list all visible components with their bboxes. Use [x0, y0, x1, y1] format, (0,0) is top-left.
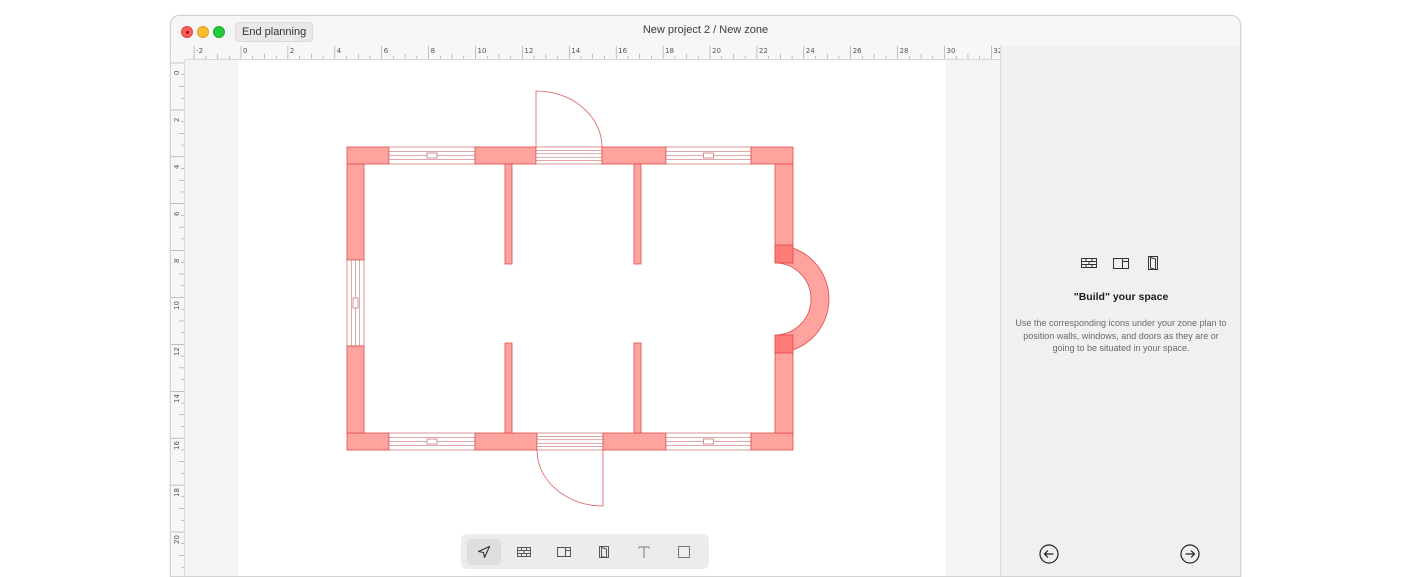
door-swing-bottom [536, 449, 604, 507]
select-arrow-icon [477, 545, 491, 558]
ruler-top-label: 14 [571, 47, 581, 55]
panel-icons [1001, 254, 1240, 272]
ruler-top-label: 22 [758, 47, 768, 55]
ruler-top-label: 18 [665, 47, 675, 55]
ruler-top-label: 12 [524, 47, 534, 55]
back-arrow-icon [1039, 544, 1059, 564]
ruler-top-label: 0 [243, 47, 248, 55]
window-element[interactable] [665, 432, 752, 451]
wall-segment[interactable] [774, 351, 794, 434]
ruler-top-label: 2 [289, 47, 295, 55]
ruler-top-ticks [193, 46, 992, 59]
rectangle-icon [678, 545, 690, 558]
ruler-left-label: 8 [173, 258, 181, 263]
ruler-left-label: 20 [173, 535, 181, 544]
window-icon [557, 546, 571, 557]
rectangle-tool-button[interactable] [667, 539, 701, 565]
wall-segment[interactable] [602, 432, 667, 451]
ruler-top-label: 30 [946, 47, 956, 55]
ruler-top-label: -2 [196, 47, 204, 55]
wall-segment[interactable] [474, 146, 537, 165]
interior-wall[interactable] [633, 163, 642, 265]
ruler-top-label: 28 [899, 47, 909, 55]
ruler-left-label: 2 [173, 117, 181, 122]
window-icon [1112, 254, 1130, 272]
ruler-top-label: 8 [430, 47, 436, 55]
ruler-left-label: 4 [173, 164, 181, 169]
wall-segment[interactable] [346, 345, 365, 434]
ruler-left-label: 18 [173, 488, 181, 498]
bay-joint [774, 244, 794, 264]
ruler-left: 0 2 4 6 8 10 12 14 16 18 20 [171, 60, 185, 576]
floor-plan[interactable] [238, 60, 946, 577]
ruler-top-label: 10 [477, 47, 487, 55]
door-icon [1144, 254, 1162, 272]
window-element[interactable] [346, 259, 365, 347]
panel-title: "Build" your space [1073, 291, 1169, 303]
text-tool-button[interactable] [627, 539, 661, 565]
window-tool-button[interactable] [547, 539, 581, 565]
wall-segment[interactable] [346, 163, 365, 261]
canvas-margin-left [185, 60, 238, 576]
window-element[interactable] [388, 146, 476, 165]
ruler-top-label: 6 [383, 47, 389, 55]
side-panel: "Build" your space Use the corresponding… [1000, 46, 1240, 576]
door-element[interactable] [535, 146, 603, 165]
ruler-top-label: 20 [712, 47, 721, 55]
ruler-top-label: 16 [618, 47, 628, 55]
wall-segment[interactable] [750, 432, 794, 451]
bay-joint [774, 334, 794, 354]
text-icon [638, 546, 650, 558]
interior-wall[interactable] [633, 342, 642, 434]
window-element[interactable] [388, 432, 476, 451]
interior-wall[interactable] [504, 163, 513, 265]
ruler-left-label: 12 [173, 347, 181, 357]
interior-wall[interactable] [504, 342, 513, 434]
wall-icon [517, 546, 531, 557]
ruler-left-label: 10 [173, 300, 181, 310]
wall-segment[interactable] [750, 146, 794, 165]
back-button[interactable] [1039, 544, 1059, 564]
forward-button[interactable] [1180, 544, 1200, 564]
bottom-toolbar [461, 534, 709, 569]
ruler-left-label: 6 [173, 211, 181, 216]
door-tool-button[interactable] [587, 539, 621, 565]
ruler-corner [171, 46, 185, 61]
wall-icon [1080, 254, 1098, 272]
app-window: End planning New project 2 / New zone -2… [170, 15, 1241, 577]
door-swing-top [535, 90, 603, 148]
ruler-left-label: 0 [173, 70, 181, 75]
plan-canvas[interactable] [238, 60, 946, 577]
wall-tool-button[interactable] [507, 539, 541, 565]
ruler-left-label: 16 [173, 441, 181, 451]
wall-segment[interactable] [601, 146, 667, 165]
wall-segment[interactable] [346, 146, 390, 165]
wall-segment[interactable] [346, 432, 390, 451]
ruler-top: -2 0 2 4 6 8 10 12 14 16 18 20 22 24 26 28 30 32 [185, 46, 1002, 60]
forward-arrow-icon [1180, 544, 1200, 564]
title-bar: End planning New project 2 / New zone [171, 16, 1240, 46]
door-element[interactable] [536, 432, 604, 451]
ruler-top-label: 24 [805, 47, 815, 55]
select-tool-button[interactable] [467, 538, 501, 565]
ruler-left-label: 14 [173, 394, 181, 404]
canvas-margin-right [946, 60, 1000, 576]
window-element[interactable] [665, 146, 752, 165]
wall-segment[interactable] [474, 432, 538, 451]
ruler-left-ticks [171, 62, 184, 568]
window-title: New project 2 / New zone [642, 24, 769, 36]
ruler-top-label: 4 [336, 47, 342, 55]
door-icon [599, 545, 609, 558]
ruler-top-label: 26 [852, 47, 862, 55]
panel-description: Use the corresponding icons under your z… [1015, 318, 1227, 353]
